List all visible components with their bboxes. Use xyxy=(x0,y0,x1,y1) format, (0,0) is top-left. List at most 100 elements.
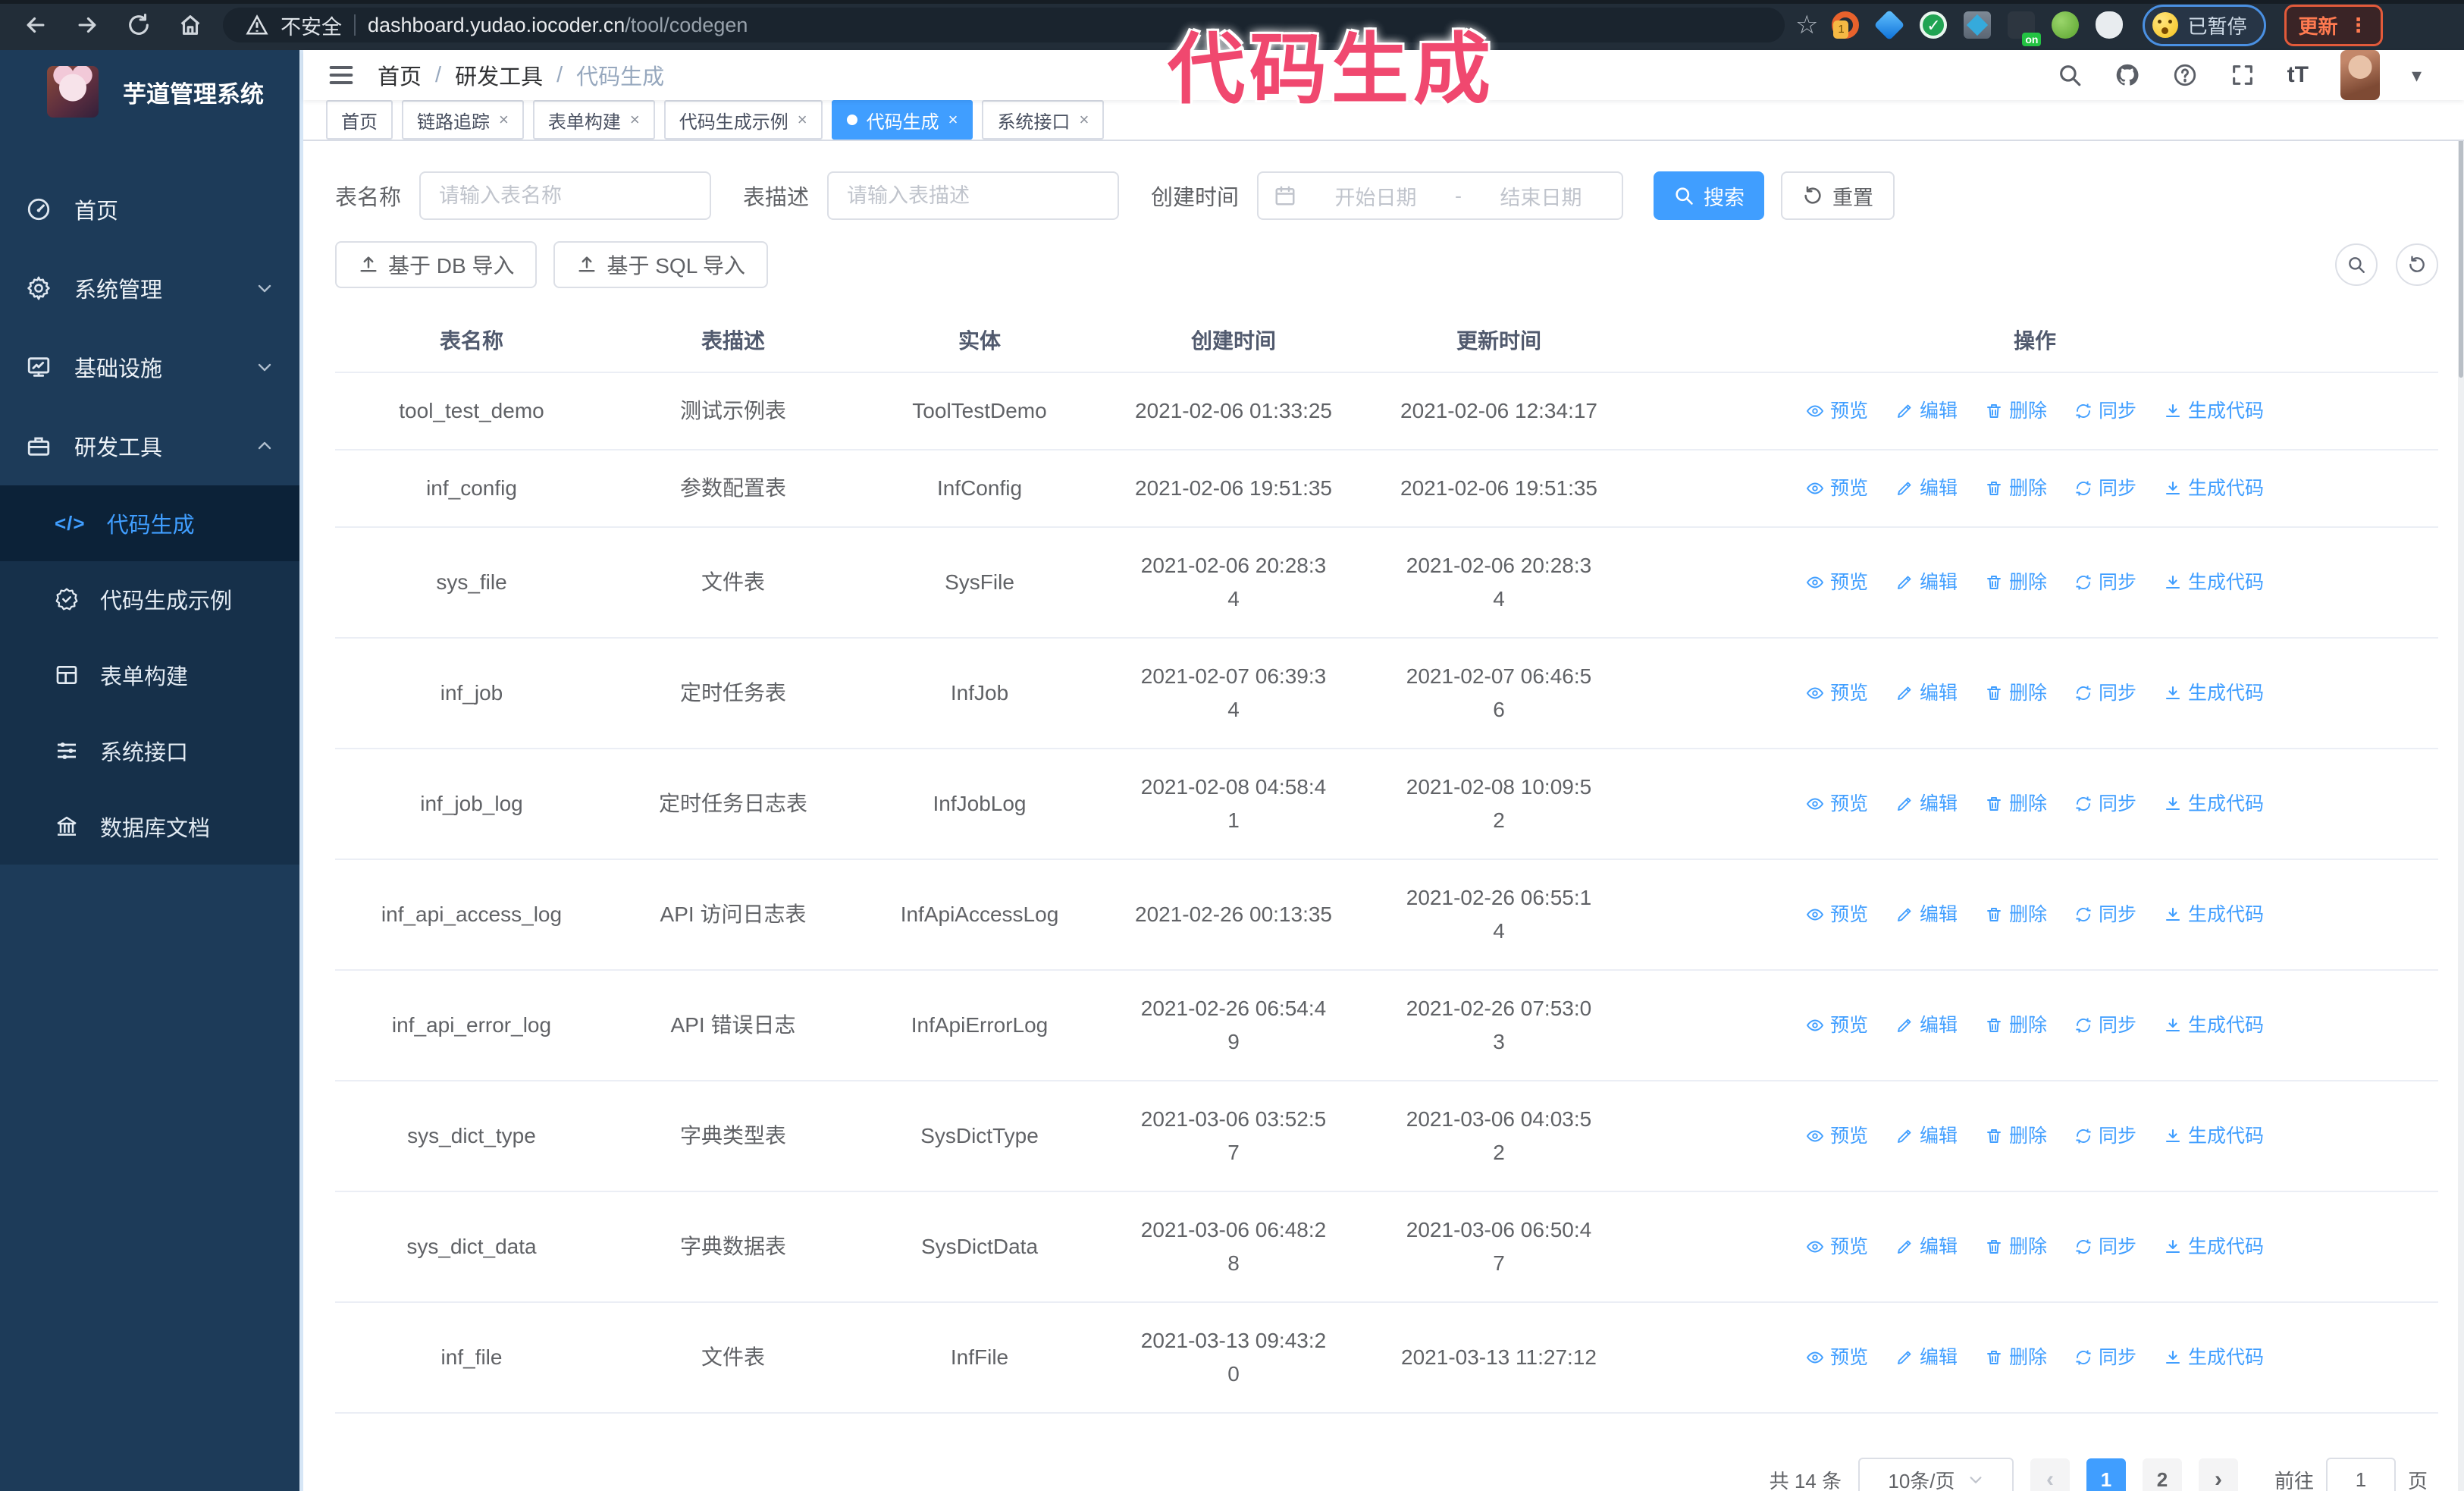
preview-link[interactable]: 预览 xyxy=(1806,1230,1868,1263)
generate-code-link[interactable]: 生成代码 xyxy=(2164,472,2264,505)
close-icon[interactable]: × xyxy=(798,110,807,130)
delete-link[interactable]: 删除 xyxy=(1985,787,2047,821)
edit-link[interactable]: 编辑 xyxy=(1895,1230,1958,1263)
help-icon[interactable] xyxy=(2172,62,2198,88)
browser-back-icon[interactable] xyxy=(23,12,49,38)
sidebar-item-system-management[interactable]: 系统管理 xyxy=(0,249,299,328)
preview-link[interactable]: 预览 xyxy=(1806,394,1868,428)
tab-home[interactable]: 首页 xyxy=(326,100,393,140)
extension-paw-icon[interactable] xyxy=(2096,11,2124,39)
tab-form-builder[interactable]: 表单构建 × xyxy=(532,100,655,140)
reset-button[interactable]: 重置 xyxy=(1781,171,1895,220)
preview-link[interactable]: 预览 xyxy=(1806,1119,1868,1153)
sync-link[interactable]: 同步 xyxy=(2074,1009,2136,1042)
sidebar-item-code-generation[interactable]: </> 代码生成 xyxy=(0,485,299,561)
edit-link[interactable]: 编辑 xyxy=(1895,676,1958,710)
tab-codegen[interactable]: 代码生成 × xyxy=(831,100,973,140)
generate-code-link[interactable]: 生成代码 xyxy=(2164,394,2264,428)
sync-link[interactable]: 同步 xyxy=(2074,1230,2136,1263)
close-icon[interactable]: × xyxy=(499,110,509,130)
sidebar-item-database-doc[interactable]: 数据库文档 xyxy=(0,789,299,865)
edit-link[interactable]: 编辑 xyxy=(1895,898,1958,931)
preview-link[interactable]: 预览 xyxy=(1806,566,1868,599)
import-sql-button[interactable]: 基于 SQL 导入 xyxy=(553,241,769,288)
generate-code-link[interactable]: 生成代码 xyxy=(2164,898,2264,931)
edit-link[interactable]: 编辑 xyxy=(1895,566,1958,599)
create-time-range-picker[interactable]: 开始日期 - 结束日期 xyxy=(1257,171,1624,220)
next-page-button[interactable]: › xyxy=(2198,1458,2238,1491)
address-bar[interactable]: 不安全 dashboard.yudao.iocoder.cn/tool/code… xyxy=(223,8,1785,42)
refresh-table-button[interactable] xyxy=(2396,243,2438,286)
breadcrumb-home[interactable]: 首页 xyxy=(378,59,422,91)
tab-system-api[interactable]: 系统接口 × xyxy=(982,100,1105,140)
generate-code-link[interactable]: 生成代码 xyxy=(2164,676,2264,710)
preview-link[interactable]: 预览 xyxy=(1806,787,1868,821)
page-button-2[interactable]: 2 xyxy=(2142,1458,2182,1491)
generate-code-link[interactable]: 生成代码 xyxy=(2164,1119,2264,1153)
table-name-input[interactable] xyxy=(419,171,712,220)
close-icon[interactable]: × xyxy=(630,110,640,130)
delete-link[interactable]: 删除 xyxy=(1985,898,2047,931)
delete-link[interactable]: 删除 xyxy=(1985,1009,2047,1042)
sync-link[interactable]: 同步 xyxy=(2074,898,2136,931)
generate-code-link[interactable]: 生成代码 xyxy=(2164,1009,2264,1042)
update-button[interactable]: 更新 ⋮ xyxy=(2284,4,2383,46)
search-icon[interactable] xyxy=(2057,62,2083,88)
extension-grid-icon[interactable] xyxy=(1964,11,1992,39)
sidebar-item-infrastructure[interactable]: 基础设施 xyxy=(0,328,299,406)
extension-dark-icon[interactable]: on xyxy=(2008,11,2042,46)
delete-link[interactable]: 删除 xyxy=(1985,1119,2047,1153)
sync-link[interactable]: 同步 xyxy=(2074,394,2136,428)
sync-link[interactable]: 同步 xyxy=(2074,787,2136,821)
prev-page-button[interactable]: ‹ xyxy=(2030,1458,2070,1491)
preview-link[interactable]: 预览 xyxy=(1806,1009,1868,1042)
sidebar-item-system-api[interactable]: 系统接口 xyxy=(0,713,299,789)
sidebar-item-home[interactable]: 首页 xyxy=(0,170,299,249)
delete-link[interactable]: 删除 xyxy=(1985,1341,2047,1374)
sync-link[interactable]: 同步 xyxy=(2074,472,2136,505)
preview-link[interactable]: 预览 xyxy=(1806,472,1868,505)
generate-code-link[interactable]: 生成代码 xyxy=(2164,787,2264,821)
avatar[interactable] xyxy=(2340,50,2380,100)
sidebar-item-dev-tools[interactable]: 研发工具 xyxy=(0,406,299,485)
import-db-button[interactable]: 基于 DB 导入 xyxy=(335,241,538,288)
table-desc-input[interactable] xyxy=(827,171,1120,220)
fullscreen-icon[interactable] xyxy=(2230,62,2256,88)
breadcrumb-dev-tools[interactable]: 研发工具 xyxy=(455,59,543,91)
app-logo-row[interactable]: 芋道管理系统 xyxy=(0,50,299,133)
delete-link[interactable]: 删除 xyxy=(1985,394,2047,428)
extension-bot-icon[interactable] xyxy=(2052,11,2080,39)
sync-link[interactable]: 同步 xyxy=(2074,1341,2136,1374)
browser-forward-icon[interactable] xyxy=(74,12,100,38)
preview-link[interactable]: 预览 xyxy=(1806,676,1868,710)
extension-check-icon[interactable]: ✓ xyxy=(1920,11,1948,39)
browser-home-icon[interactable] xyxy=(177,12,203,38)
github-icon[interactable] xyxy=(2114,62,2140,88)
edit-link[interactable]: 编辑 xyxy=(1895,472,1958,505)
search-button[interactable]: 搜索 xyxy=(1654,171,1765,220)
generate-code-link[interactable]: 生成代码 xyxy=(2164,566,2264,599)
tab-trace[interactable]: 链路追踪 × xyxy=(402,100,524,140)
edit-link[interactable]: 编辑 xyxy=(1895,1119,1958,1153)
page-size-select[interactable]: 10条/页 xyxy=(1857,1458,2014,1491)
sync-link[interactable]: 同步 xyxy=(2074,1119,2136,1153)
edit-link[interactable]: 编辑 xyxy=(1895,1009,1958,1042)
close-icon[interactable]: × xyxy=(1079,110,1089,130)
delete-link[interactable]: 删除 xyxy=(1985,1230,2047,1263)
delete-link[interactable]: 删除 xyxy=(1985,676,2047,710)
page-button-1[interactable]: 1 xyxy=(2086,1458,2126,1491)
caret-down-icon[interactable]: ▾ xyxy=(2412,64,2422,87)
delete-link[interactable]: 删除 xyxy=(1985,566,2047,599)
tab-codegen-example[interactable]: 代码生成示例 × xyxy=(663,100,823,140)
sidebar-item-form-builder[interactable]: 表单构建 xyxy=(0,637,299,713)
close-icon[interactable]: × xyxy=(948,110,958,130)
browser-reload-icon[interactable] xyxy=(126,12,152,38)
extension-ring-icon[interactable]: 1 xyxy=(1832,11,1860,39)
edit-link[interactable]: 编辑 xyxy=(1895,394,1958,428)
sync-link[interactable]: 同步 xyxy=(2074,566,2136,599)
menu-fold-icon[interactable] xyxy=(326,60,356,90)
edit-link[interactable]: 编辑 xyxy=(1895,1341,1958,1374)
bookmark-star-icon[interactable]: ☆ xyxy=(1795,10,1818,40)
edit-link[interactable]: 编辑 xyxy=(1895,787,1958,821)
goto-page-input[interactable] xyxy=(2325,1458,2396,1491)
